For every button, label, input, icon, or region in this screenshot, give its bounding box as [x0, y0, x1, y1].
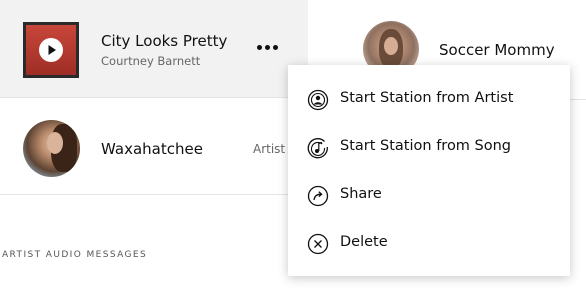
menu-item-share[interactable]: Share [288, 172, 570, 220]
artist-station-icon [307, 89, 329, 111]
menu-item-start-station-from-artist[interactable]: Start Station from Artist [288, 76, 570, 124]
song-row[interactable]: City Looks Pretty Courtney Barnett [0, 0, 308, 98]
section-heading: ARTIST AUDIO MESSAGES [2, 250, 148, 260]
menu-item-label: Delete [340, 234, 388, 250]
menu-item-label: Share [340, 186, 382, 202]
artist-type-label: Artist [253, 142, 286, 156]
album-art-image [26, 25, 76, 75]
menu-item-delete[interactable]: Delete [288, 220, 570, 268]
artist-name: Soccer Mommy [439, 41, 555, 59]
share-icon [307, 185, 329, 207]
song-title[interactable]: City Looks Pretty [101, 32, 227, 50]
artist-name: Waxahatchee [101, 140, 203, 158]
menu-item-label: Start Station from Artist [340, 90, 514, 106]
context-menu: Start Station from Artist Start Station … [288, 65, 570, 276]
play-icon[interactable] [39, 38, 63, 62]
album-art[interactable] [23, 22, 79, 78]
song-station-icon [307, 138, 328, 159]
more-horizontal-icon [257, 45, 262, 50]
menu-item-start-station-from-song[interactable]: Start Station from Song [288, 124, 570, 172]
delete-icon [307, 233, 329, 255]
song-artist[interactable]: Courtney Barnett [101, 54, 200, 68]
more-options-button[interactable] [252, 38, 284, 58]
artist-avatar [23, 120, 80, 177]
results-left-column: City Looks Pretty Courtney Barnett Waxah… [0, 0, 308, 298]
menu-item-label: Start Station from Song [340, 138, 512, 154]
artist-row-waxahatchee[interactable]: Waxahatchee Artist [0, 99, 308, 195]
